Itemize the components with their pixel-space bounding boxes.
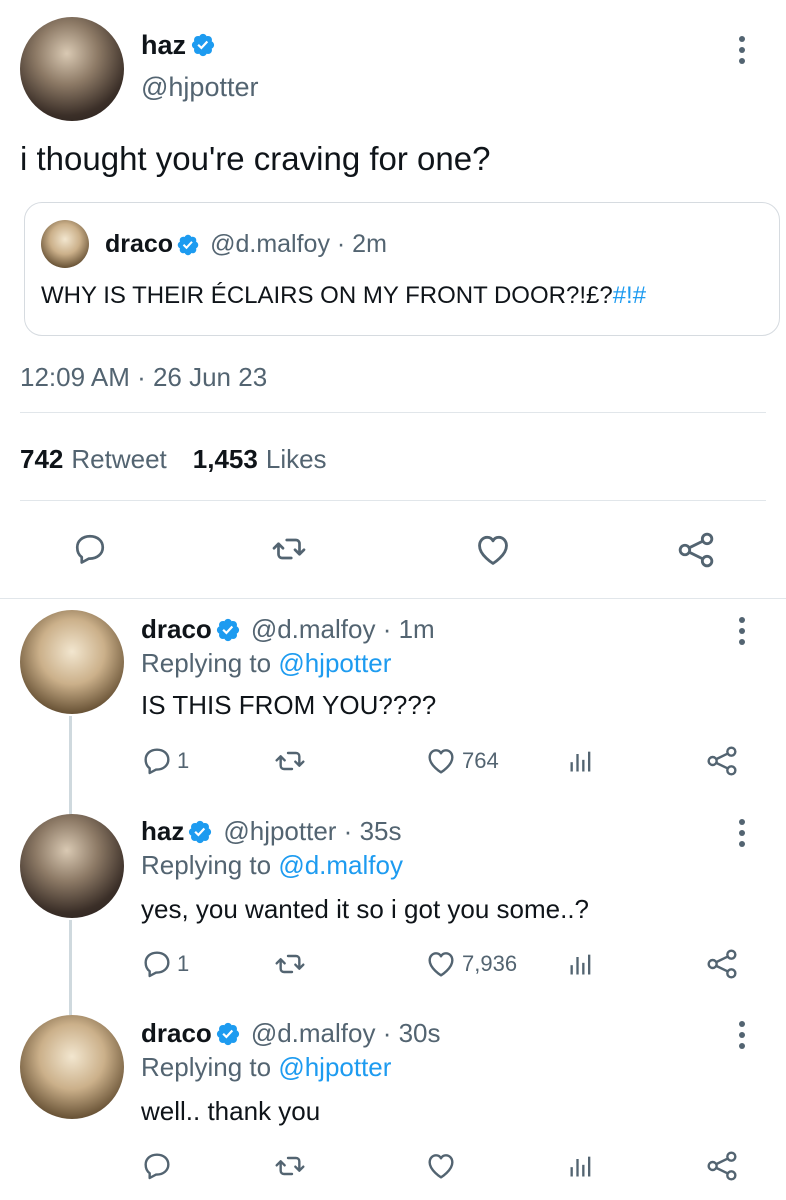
like-icon [424, 948, 458, 980]
reply-author-name[interactable]: draco [141, 614, 212, 645]
reply-avatar[interactable] [20, 1015, 124, 1119]
replying-to-label: Replying to [141, 1052, 272, 1082]
retweets-count[interactable]: 742 [20, 444, 63, 475]
retweet-icon [273, 1150, 307, 1182]
replying-to-handle[interactable]: @d.malfoy [278, 850, 403, 880]
retweet-button[interactable] [273, 1150, 307, 1187]
reply-text: well.. thank you [141, 1096, 321, 1126]
likes-label[interactable]: Likes [266, 444, 327, 475]
quoted-handle-time: @d.malfoy · 2m [210, 230, 387, 258]
retweet-icon[interactable] [271, 531, 307, 567]
reply-action-bar [141, 1150, 741, 1186]
thread-connector [69, 920, 72, 1015]
like-button[interactable] [424, 1150, 462, 1182]
retweet-button[interactable] [273, 745, 307, 782]
verified-badge-icon [187, 819, 213, 845]
reply-icon [141, 1150, 173, 1182]
quoted-text-plain: WHY IS THEIR ÉCLAIRS ON MY FRONT DOOR?!£… [41, 282, 613, 309]
reply-handle-time[interactable]: @hjpotter · 35s [223, 816, 401, 847]
reply-icon[interactable] [72, 531, 108, 567]
author-name-row[interactable]: haz [141, 28, 216, 62]
analytics-icon [567, 1152, 595, 1180]
retweets-label[interactable]: Retweet [71, 444, 166, 475]
like-button[interactable]: 7,936 [424, 948, 517, 980]
tweet-text: i thought you're craving for one? [20, 140, 491, 177]
like-icon [424, 745, 458, 777]
divider [20, 412, 766, 413]
share-icon[interactable] [677, 531, 715, 569]
retweet-icon [273, 745, 307, 777]
author-handle[interactable]: @hjpotter [141, 72, 258, 103]
reply-text: IS THIS FROM YOU???? [141, 690, 437, 720]
more-options-icon[interactable] [737, 819, 747, 852]
analytics-button[interactable] [567, 747, 595, 780]
reply-text: yes, you wanted it so i got you some..? [141, 894, 590, 924]
reply-count: 1 [177, 951, 190, 976]
share-button[interactable] [706, 1150, 738, 1187]
quoted-tweet-card[interactable]: draco @d.malfoy · 2m WHY IS THEIR ÉCLAIR… [24, 202, 780, 336]
likes-count[interactable]: 1,453 [193, 444, 258, 475]
reply-handle-time[interactable]: @d.malfoy · 30s [251, 1018, 441, 1049]
share-icon [706, 745, 738, 777]
retweet-icon [273, 948, 307, 980]
replying-to-label: Replying to [141, 850, 272, 880]
more-options-icon[interactable] [737, 36, 747, 69]
reply-avatar[interactable] [20, 814, 124, 918]
reply-avatar[interactable] [20, 610, 124, 714]
analytics-icon [567, 950, 595, 978]
reply-icon [141, 948, 173, 980]
retweet-button[interactable] [273, 948, 307, 985]
author-name[interactable]: haz [141, 30, 186, 61]
share-button[interactable] [706, 745, 738, 782]
reply-header: haz @hjpotter · 35s [141, 816, 401, 847]
replying-to-handle[interactable]: @hjpotter [278, 1052, 391, 1082]
reply-button[interactable]: 1 [141, 745, 189, 777]
thread-connector [69, 716, 72, 816]
replying-to-handle[interactable]: @hjpotter [278, 648, 391, 678]
engagement-stats: 742 Retweet 1,453 Likes [20, 444, 327, 475]
like-icon[interactable] [473, 531, 513, 569]
tweet-timestamp[interactable]: 12:09 AM · 26 Jun 23 [20, 362, 267, 393]
analytics-button[interactable] [567, 950, 595, 983]
reply-header: draco @d.malfoy · 30s [141, 1018, 441, 1049]
more-options-icon[interactable] [737, 617, 747, 650]
verified-badge-icon [215, 617, 241, 643]
author-avatar[interactable] [20, 17, 124, 121]
reply-icon [141, 745, 173, 777]
reply-action-bar: 1 764 [141, 745, 741, 781]
share-button[interactable] [706, 948, 738, 985]
like-count: 7,936 [462, 951, 518, 976]
reply-count: 1 [177, 748, 190, 773]
reply-author-name[interactable]: haz [141, 816, 184, 847]
reply-header: draco @d.malfoy · 1m [141, 614, 435, 645]
reply-action-bar: 1 7,936 [141, 948, 741, 984]
verified-badge-icon [215, 1021, 241, 1047]
quoted-author-avatar [41, 220, 89, 268]
divider [20, 500, 766, 501]
reply-button[interactable]: 1 [141, 948, 189, 980]
quoted-author-row: draco @d.malfoy · 2m [105, 230, 387, 259]
verified-badge-icon [190, 32, 216, 58]
like-icon [424, 1150, 458, 1182]
quoted-text-link[interactable]: #!# [613, 282, 646, 309]
replying-to-line: Replying to @hjpotter [141, 1052, 391, 1083]
analytics-icon [567, 747, 595, 775]
quoted-text: WHY IS THEIR ÉCLAIRS ON MY FRONT DOOR?!£… [41, 282, 646, 310]
like-button[interactable]: 764 [424, 745, 499, 777]
divider [0, 598, 786, 599]
replying-to-line: Replying to @hjpotter [141, 648, 391, 679]
verified-badge-icon [176, 233, 200, 257]
reply-author-name[interactable]: draco [141, 1018, 212, 1049]
replying-to-line: Replying to @d.malfoy [141, 850, 403, 881]
quoted-author-name: draco [105, 230, 174, 258]
share-icon [706, 948, 738, 980]
replying-to-label: Replying to [141, 648, 272, 678]
reply-handle-time[interactable]: @d.malfoy · 1m [251, 614, 435, 645]
reply-button[interactable] [141, 1150, 177, 1182]
like-count: 764 [462, 748, 499, 773]
share-icon [706, 1150, 738, 1182]
more-options-icon[interactable] [737, 1021, 747, 1054]
analytics-button[interactable] [567, 1152, 595, 1185]
